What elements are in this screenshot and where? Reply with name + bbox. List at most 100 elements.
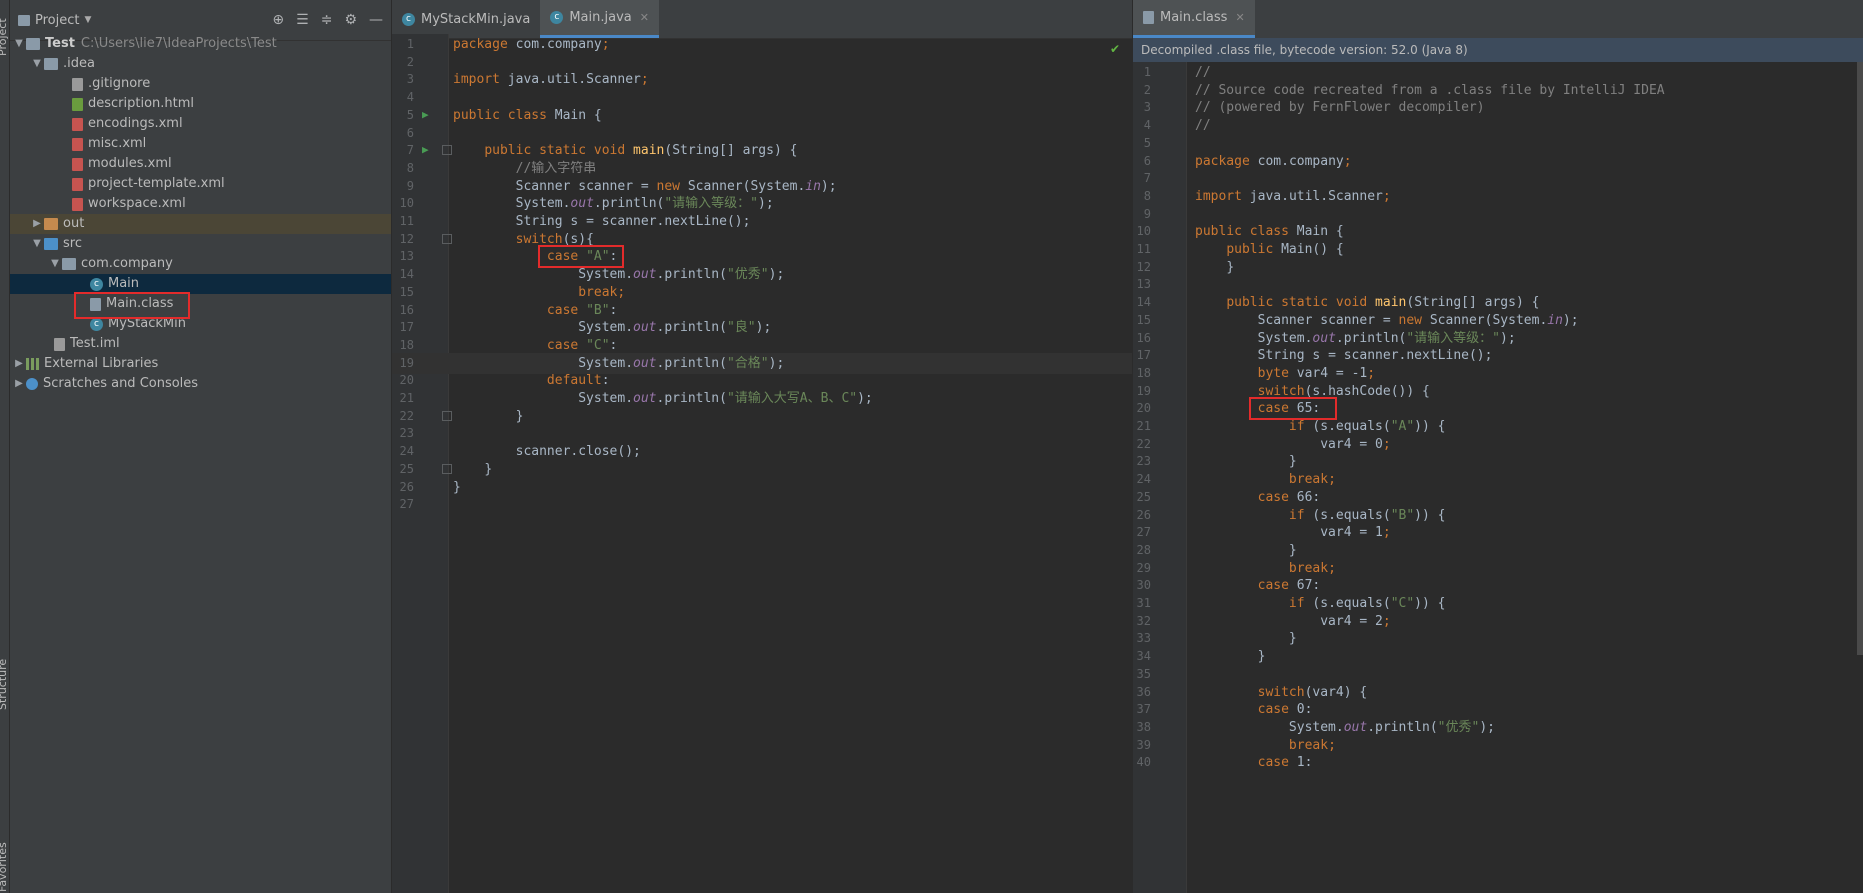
- tree-item-label: misc.xml: [88, 136, 147, 151]
- tree-item-label: project-template.xml: [88, 176, 225, 191]
- tree-item-label: External Libraries: [44, 356, 159, 371]
- minimize-icon[interactable]: —: [369, 12, 383, 28]
- libraries-icon: [26, 358, 39, 370]
- chevron-down-icon[interactable]: ▼: [30, 234, 44, 254]
- highlight-box: [538, 245, 624, 269]
- tool-window-stripe: Project Structure Favorites: [0, 0, 10, 893]
- tab-main-class[interactable]: Main.class ✕: [1133, 0, 1255, 38]
- html-file-icon: [72, 97, 83, 111]
- tree-item-main[interactable]: c Main: [10, 274, 391, 294]
- line-number: 27: [399, 497, 414, 512]
- chevron-right-icon[interactable]: ▶: [12, 374, 26, 394]
- tree-item-workspace-xml[interactable]: workspace.xml: [10, 194, 391, 214]
- chevron-right-icon[interactable]: ▶: [30, 214, 44, 234]
- expand-all-icon[interactable]: ☰: [296, 12, 309, 28]
- tree-item-label: src: [63, 236, 82, 251]
- tree-item-encodings-xml[interactable]: encodings.xml: [10, 114, 391, 134]
- code-text: case 1:: [1257, 755, 1313, 771]
- tree-item-main-class[interactable]: Main.class: [10, 294, 391, 314]
- scratches-icon: [26, 378, 38, 390]
- tree-item-label: Scratches and Consoles: [43, 376, 199, 391]
- chevron-down-icon[interactable]: ▼: [12, 34, 26, 54]
- tab-label: Main.java: [569, 10, 632, 25]
- fold-icon[interactable]: [442, 145, 452, 156]
- class-icon: c: [402, 12, 415, 26]
- tree-item-src[interactable]: ▼ src: [10, 234, 391, 254]
- folder-icon: [44, 238, 58, 250]
- structure-tool-button[interactable]: Structure: [0, 640, 10, 710]
- chevron-right-icon[interactable]: ▶: [12, 354, 26, 374]
- tab-mystackmin-java[interactable]: c MyStackMin.java: [392, 0, 540, 38]
- tree-item-label: com.company: [81, 256, 173, 271]
- highlight-box: [74, 292, 190, 319]
- project-view-selector[interactable]: Project ▼: [18, 13, 91, 28]
- tab-label: MyStackMin.java: [421, 11, 531, 27]
- vertical-scrollbar[interactable]: [1857, 62, 1863, 655]
- code-line[interactable]: 27: [392, 494, 1132, 515]
- class-icon: c: [90, 317, 103, 331]
- tree-item-misc-xml[interactable]: misc.xml: [10, 134, 391, 154]
- tree-item-label: .idea: [63, 56, 95, 71]
- run-icon[interactable]: ▶: [422, 143, 429, 156]
- project-panel: Project ▼ ⊕ ☰ ≑ ⚙ — ▼ Test C:\Users\lie7…: [10, 0, 392, 893]
- file-icon: [72, 77, 83, 91]
- project-folder-icon: [18, 14, 30, 26]
- main-java-editor[interactable]: 1 package com.company; 2 3 import java.util.…: [392, 34, 1132, 893]
- tree-item-description-html[interactable]: description.html: [10, 94, 391, 114]
- tree-item-external-libraries[interactable]: ▶ External Libraries: [10, 354, 391, 374]
- fold-icon[interactable]: [442, 233, 452, 244]
- run-icon[interactable]: ▶: [422, 108, 429, 121]
- tree-item-test[interactable]: ▼ Test C:\Users\lie7\IdeaProjects\Test: [10, 34, 391, 54]
- decompiled-banner: Decompiled .class file, bytecode version…: [1133, 38, 1863, 62]
- project-tool-button[interactable]: Project: [0, 4, 10, 56]
- tab-main-java[interactable]: c Main.java ✕: [540, 0, 659, 38]
- code-line[interactable]: 40 case 1:: [1133, 752, 1863, 773]
- gear-icon[interactable]: ⚙: [344, 12, 357, 28]
- tree-item-label: .gitignore: [88, 76, 151, 91]
- close-icon[interactable]: ✕: [1235, 11, 1244, 24]
- tree-item-label: modules.xml: [88, 156, 172, 171]
- tree-item-idea[interactable]: ▼ .idea: [10, 54, 391, 74]
- class-file-icon: [1143, 11, 1154, 24]
- folder-icon: [26, 38, 40, 50]
- class-icon: c: [550, 11, 564, 24]
- tree-item-label: out: [63, 216, 85, 231]
- tree-item-modules-xml[interactable]: modules.xml: [10, 154, 391, 174]
- locate-icon[interactable]: ⊕: [272, 12, 284, 28]
- tree-item-label: Test.iml: [70, 336, 120, 351]
- tree-item-mystackmin[interactable]: c MyStackMin: [10, 314, 391, 334]
- tree-item-label: description.html: [88, 96, 195, 111]
- chevron-down-icon: ▼: [84, 15, 92, 25]
- xml-file-icon: [72, 157, 83, 171]
- tree-item-scratches[interactable]: ▶ Scratches and Consoles: [10, 374, 391, 394]
- highlight-box: [1249, 397, 1337, 421]
- main-class-editor[interactable]: 1//2// Source code recreated from a .cla…: [1133, 62, 1863, 893]
- tree-item-gitignore[interactable]: .gitignore: [10, 74, 391, 94]
- folder-icon: [44, 218, 58, 230]
- line-number: 40: [1136, 755, 1151, 770]
- tree-item-test-iml[interactable]: Test.iml: [10, 334, 391, 354]
- folder-icon: [44, 58, 58, 70]
- favorites-tool-button[interactable]: Favorites: [0, 842, 10, 892]
- xml-file-icon: [72, 177, 83, 191]
- tree-item-com-company[interactable]: ▼ com.company: [10, 254, 391, 274]
- tree-item-out[interactable]: ▶ out: [10, 214, 391, 234]
- xml-file-icon: [72, 137, 83, 151]
- package-icon: [62, 258, 76, 270]
- xml-file-icon: [72, 197, 83, 211]
- tree-item-label: workspace.xml: [88, 196, 186, 211]
- fold-icon[interactable]: [442, 463, 452, 474]
- tree-item-label: encodings.xml: [88, 116, 183, 131]
- xml-file-icon: [72, 117, 83, 131]
- chevron-down-icon[interactable]: ▼: [48, 254, 62, 274]
- iml-file-icon: [54, 337, 65, 351]
- fold-icon[interactable]: [442, 410, 452, 421]
- tree-item-project-template-xml[interactable]: project-template.xml: [10, 174, 391, 194]
- close-icon[interactable]: ✕: [640, 11, 649, 24]
- class-icon: c: [90, 277, 103, 291]
- check-icon: ✔: [1110, 42, 1121, 56]
- chevron-down-icon[interactable]: ▼: [30, 54, 44, 74]
- collapse-all-icon[interactable]: ≑: [321, 12, 333, 28]
- right-editor-tabs: Main.class ✕: [1133, 0, 1863, 39]
- tab-label: Main.class: [1160, 10, 1228, 25]
